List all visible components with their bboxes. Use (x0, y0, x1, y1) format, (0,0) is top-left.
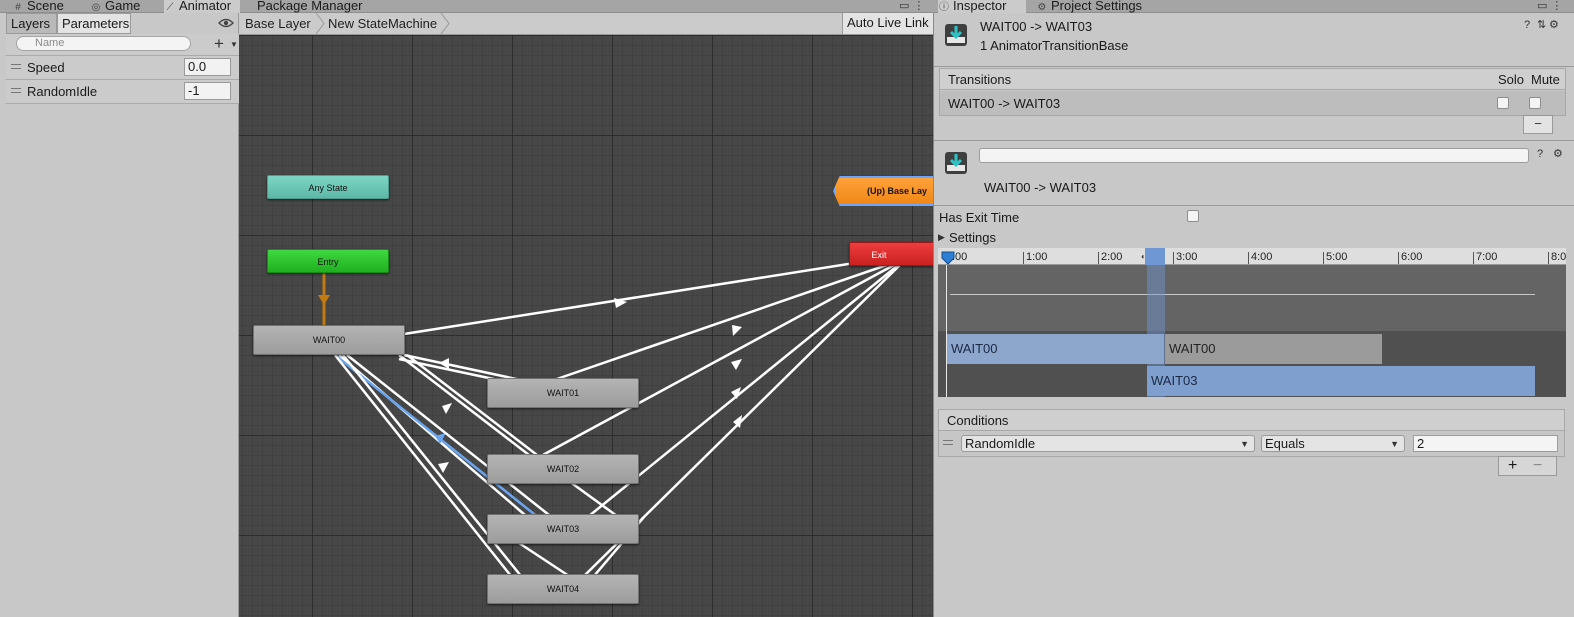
tab-package-manager[interactable]: Package Manager (250, 0, 390, 13)
settings-foldout[interactable]: Settings (949, 230, 996, 245)
auto-live-link-button[interactable]: Auto Live Link (842, 13, 933, 34)
parameter-name: Speed (27, 60, 65, 75)
has-exit-time-label: Has Exit Time (939, 210, 1020, 225)
remove-condition-button[interactable]: − (1533, 457, 1542, 475)
window-menu-icon[interactable]: ▭⋮ (899, 0, 928, 12)
remove-transition-button[interactable]: − (1523, 115, 1553, 134)
gear-icon[interactable]: ⚙ (1549, 18, 1559, 31)
transition-icon (945, 152, 967, 174)
parameter-value-field[interactable]: 0.0 (184, 58, 231, 76)
playhead-line (946, 265, 947, 397)
condition-parameter-dropdown[interactable]: RandomIdle ▼ (961, 435, 1255, 452)
transition-icon (945, 24, 967, 46)
solo-label: Solo (1498, 72, 1525, 87)
transition-wait02-exit[interactable] (540, 256, 908, 458)
search-input[interactable]: Name (16, 36, 191, 51)
transition-timeline[interactable]: WAIT00 WAIT00 WAIT03 (938, 265, 1566, 397)
preset-icon[interactable]: ⇅ (1537, 18, 1546, 31)
breadcrumb: Base Layer New StateMachine Auto Live Li… (239, 13, 933, 35)
solo-checkbox[interactable] (1497, 97, 1509, 109)
parameter-row[interactable]: Speed 0.0 (6, 56, 239, 80)
tab-game[interactable]: ◎ Game (90, 0, 158, 13)
inspector-title: WAIT00 -> WAIT03 (980, 19, 1093, 34)
state-node-wait02[interactable]: WAIT02 (487, 454, 639, 484)
search-row: ⚲ Name + ▼ (6, 34, 239, 56)
help-icon[interactable]: ? (1537, 148, 1543, 160)
transitions-header: Transitions Solo Mute (940, 69, 1565, 90)
scene-icon: # (15, 2, 21, 13)
gamepad-icon: ◎ (91, 2, 101, 13)
add-parameter-button[interactable]: + (214, 34, 224, 54)
parameter-curve (950, 294, 1535, 295)
right-tab-strip: ⓘ Inspector ⚙ Project Settings ▭⋮ (933, 0, 1574, 13)
state-node-wait01[interactable]: WAIT01 (487, 378, 639, 408)
chevron-down-icon: ▼ (1240, 439, 1249, 449)
gear-icon[interactable]: ⚙ (1553, 147, 1563, 160)
animator-icon: ⟋ (166, 2, 174, 13)
parameter-value-field[interactable]: -1 (184, 82, 231, 100)
chevron-down-icon[interactable]: ▼ (230, 40, 238, 49)
any-state-node[interactable]: Any State (267, 175, 389, 199)
eye-icon[interactable] (218, 16, 234, 30)
timeline-ruler[interactable]: :00 1:00 2:00 3:00 4:00 5:00 6:00 7:00 8… (938, 248, 1566, 265)
transition-name-field[interactable] (979, 148, 1529, 163)
destination-clip-bar[interactable]: WAIT03 (1147, 366, 1535, 396)
chevron-down-icon: ▼ (1390, 439, 1399, 449)
mute-label: Mute (1531, 72, 1560, 87)
exit-time-marker-icon[interactable]: ◐ (1141, 252, 1146, 261)
tab-layers[interactable]: Layers (6, 13, 57, 34)
breadcrumb-separator-icon (315, 13, 325, 34)
transition-row[interactable]: WAIT00 -> WAIT03 (940, 91, 1565, 115)
foldout-arrow-icon[interactable]: ▶ (938, 232, 945, 243)
source-clip-bar-next[interactable]: WAIT00 (1165, 334, 1382, 364)
condition-value-field[interactable]: 2 (1413, 435, 1558, 452)
tab-animator[interactable]: ⟋ Animator (164, 0, 240, 13)
parameters-panel: Layers Parameters ⚲ Name + ▼ Speed 0.0 R… (0, 13, 239, 617)
state-node-wait03[interactable]: WAIT03 (487, 514, 639, 544)
state-node-wait00[interactable]: WAIT00 (253, 325, 405, 355)
parameter-row[interactable]: RandomIdle -1 (6, 80, 239, 104)
playhead-icon[interactable] (941, 251, 955, 265)
state-node-wait04[interactable]: WAIT04 (487, 574, 639, 604)
left-tab-strip: # Scene ◎ Game ⟋ Animator Package Manager ▭… (0, 0, 933, 13)
transition-wait01-exit[interactable] (553, 256, 908, 382)
tab-inspector[interactable]: ⓘ Inspector (938, 0, 1026, 13)
animator-graph[interactable]: Base Layer New StateMachine Auto Live Li… (239, 13, 933, 617)
condition-row[interactable]: RandomIdle ▼ Equals ▼ 2 (939, 432, 1564, 456)
transition-label: WAIT00 -> WAIT03 (984, 180, 1097, 195)
condition-buttons: + − (1498, 456, 1557, 476)
parameter-name: RandomIdle (27, 84, 98, 99)
tab-scene[interactable]: # Scene (12, 0, 84, 13)
mute-checkbox[interactable] (1529, 97, 1541, 109)
inspector-subtitle: 1 AnimatorTransitionBase (980, 38, 1129, 53)
breadcrumb-base-layer[interactable]: Base Layer (245, 13, 311, 34)
drag-handle-icon[interactable] (11, 88, 21, 93)
drag-handle-icon[interactable] (943, 440, 953, 445)
tab-parameters[interactable]: Parameters (57, 13, 131, 34)
transition-range-handle[interactable] (1145, 248, 1165, 265)
add-condition-button[interactable]: + (1508, 457, 1517, 475)
source-clip-bar[interactable]: WAIT00 (947, 334, 1164, 364)
drag-handle-icon[interactable] (11, 64, 21, 69)
condition-mode-dropdown[interactable]: Equals ▼ (1261, 435, 1405, 452)
exit-node[interactable]: Exit (849, 242, 933, 266)
gear-icon: ⚙ (1037, 2, 1047, 13)
help-icon[interactable]: ? (1524, 19, 1530, 31)
has-exit-time-checkbox[interactable] (1187, 210, 1199, 222)
transition-wait00-exit[interactable] (403, 254, 900, 336)
conditions-header: Conditions (939, 410, 1564, 431)
entry-node[interactable]: Entry (267, 249, 389, 273)
transitions-list: Transitions Solo Mute WAIT00 -> WAIT03 (939, 68, 1566, 116)
breadcrumb-new-statemachine[interactable]: New StateMachine (328, 13, 437, 34)
conditions-list: Conditions RandomIdle ▼ Equals ▼ 2 (938, 409, 1565, 457)
window-menu-icon[interactable]: ▭⋮ (1537, 0, 1566, 12)
breadcrumb-separator-icon (440, 13, 450, 34)
up-base-layer-node[interactable]: (Up) Base Lay (833, 176, 933, 206)
info-icon: ⓘ (939, 2, 949, 13)
tab-project-settings[interactable]: ⚙ Project Settings (1036, 0, 1166, 13)
